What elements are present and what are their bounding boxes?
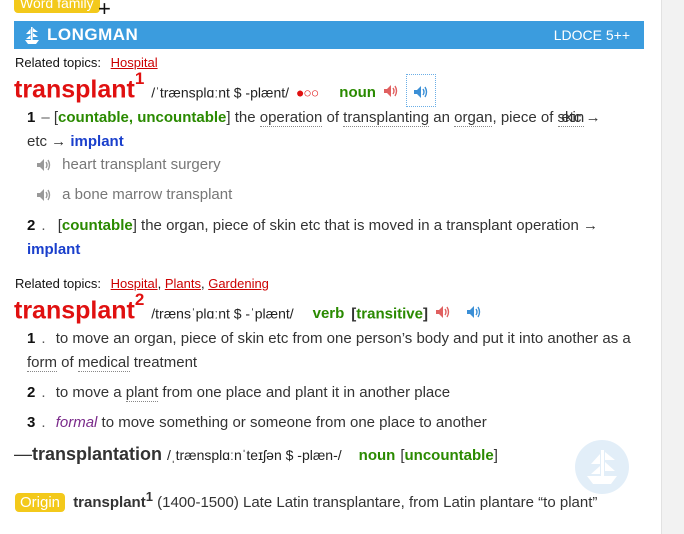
definition-text: the	[234, 109, 260, 126]
pronunciation: /trænsˈplɑːnt $ -ˈplænt/	[151, 305, 294, 322]
definition-word[interactable]: medical	[77, 354, 130, 372]
topic-link-plants[interactable]: Plants	[165, 276, 201, 291]
sense-number: 1	[27, 109, 36, 126]
definition-word[interactable]: form	[27, 354, 57, 372]
origin-text: (1400-1500) Late Latin transplantare, fr…	[157, 494, 598, 511]
word-family-bar: Word family	[14, 0, 100, 13]
definition-text: to move a	[55, 384, 126, 401]
register-label: formal	[55, 414, 98, 431]
definition-text: an	[429, 109, 455, 126]
origin-word: transplant	[73, 494, 146, 511]
derivative-entry: —transplantation /ˌtrænsplɑːnˈteɪʃən $ -…	[14, 444, 498, 464]
sense-number: 1	[27, 330, 36, 347]
sense-number: 2	[27, 384, 36, 401]
definition-word[interactable]: plant	[125, 384, 159, 402]
part-of-speech: verb	[312, 305, 345, 323]
topic-link-hospital[interactable]: Hospital	[111, 55, 158, 70]
ship-logo-icon	[25, 27, 39, 44]
derivative-word: transplantation	[32, 444, 163, 464]
derivative-pos: noun	[358, 447, 396, 464]
homograph-number: 2	[134, 290, 145, 309]
dictionary-version: LDOCE 5++	[553, 27, 630, 43]
brand-name: LONGMAN	[47, 25, 139, 44]
part-of-speech: noun	[339, 84, 376, 102]
definition-text: of	[322, 109, 344, 126]
example-speaker-icon[interactable]	[36, 188, 52, 202]
related-topics-label: Related topics:	[15, 55, 101, 70]
headword: transplant	[14, 75, 135, 104]
definition-text: to move something or someone from one pl…	[101, 414, 487, 431]
ship-watermark-icon	[587, 450, 617, 484]
derivative-grammar: uncountable	[404, 447, 494, 464]
definition-text: etc →	[557, 109, 601, 126]
example-text: heart transplant surgery	[62, 156, 221, 173]
word-family-expand-icon[interactable]: +	[98, 0, 111, 20]
frequency-dots: ●○○	[295, 84, 319, 101]
homograph-number: 1	[134, 69, 145, 88]
sense-number: 2	[27, 217, 36, 234]
sense-2-cont: implant	[27, 238, 637, 262]
word-family-badge[interactable]: Word family	[14, 0, 100, 13]
example-2: a bone marrow transplant	[36, 186, 232, 203]
grammar-label: transitive	[356, 305, 423, 323]
headword: transplant	[14, 296, 135, 325]
sense-2: 2. [countable] the organ, piece of skin …	[27, 217, 598, 234]
sense-1-cont: etc → implant	[27, 133, 124, 150]
sense-1: 1– [countable, uncountable] the operatio…	[27, 109, 601, 127]
definition-word[interactable]: operation	[259, 109, 323, 127]
definition-text: the organ, piece of skin etc that is mov…	[141, 217, 598, 234]
origin-line: Origin transplant1 (1400-1500) Late Lati…	[15, 489, 597, 512]
definition-word[interactable]: transplanting	[343, 109, 430, 127]
related-topics: Related topics: Hospital, Plants, Garden…	[15, 276, 269, 291]
sense-number: 3	[27, 414, 36, 431]
example-text: a bone marrow transplant	[62, 186, 233, 203]
speaker-british-icon[interactable]	[435, 305, 451, 319]
grammar-label: countable, uncountable	[58, 109, 227, 126]
crossref-implant[interactable]: implant	[27, 241, 80, 258]
related-topics-label: Related topics:	[15, 276, 101, 291]
sense-3: 3. formal to move something or someone f…	[27, 414, 487, 431]
watermark-logo-icon	[575, 440, 629, 494]
speaker-british-icon[interactable]	[383, 84, 399, 98]
speaker-american-icon	[413, 85, 428, 98]
example-1: heart transplant surgery	[36, 156, 221, 173]
pronunciation: /ˈtrænsplɑːnt $ -plænt/	[151, 84, 290, 101]
longman-header: LONGMAN LDOCE 5++	[14, 21, 644, 49]
example-speaker-icon[interactable]	[36, 158, 52, 172]
topic-link-hospital[interactable]: Hospital	[111, 276, 158, 291]
sense-1: 1. to move an organ, piece of skin etc f…	[27, 330, 631, 372]
derivative-pronunciation: /ˌtrænsplɑːnˈteɪʃən $ -plæn-/	[167, 447, 342, 463]
crossref-implant[interactable]: implant	[70, 133, 123, 150]
sense-2: 2. to move a plant from one place and pl…	[27, 384, 451, 402]
grammar-label: countable	[61, 217, 133, 234]
origin-badge: Origin	[15, 493, 66, 512]
origin-homograph: 1	[145, 489, 153, 504]
vertical-scrollbar[interactable]	[661, 0, 684, 534]
related-topics: Related topics: Hospital	[15, 55, 158, 70]
definition-word[interactable]: organ	[454, 109, 493, 127]
definition-text: from one place and plant it in another p…	[158, 384, 451, 401]
dictionary-page: Word family + LONGMAN LDOCE 5++ Related …	[0, 0, 662, 534]
speaker-american-button[interactable]	[405, 74, 436, 108]
definition-text: , piece of	[492, 109, 558, 126]
definition-text: of	[57, 354, 78, 371]
topic-link-gardening[interactable]: Gardening	[208, 276, 269, 291]
definition-text: treatment	[129, 354, 198, 371]
entry-headword-line: transplant1 /ˈtrænsplɑːnt $ -plænt/ ●○○ …	[14, 69, 436, 108]
entry-headword-line: transplant2 /trænsˈplɑːnt $ -ˈplænt/ ver…	[14, 290, 482, 325]
speaker-american-icon[interactable]	[466, 305, 482, 319]
definition-text: to move an organ, piece of skin etc from…	[55, 330, 631, 347]
derivative-dash: —	[14, 444, 32, 464]
